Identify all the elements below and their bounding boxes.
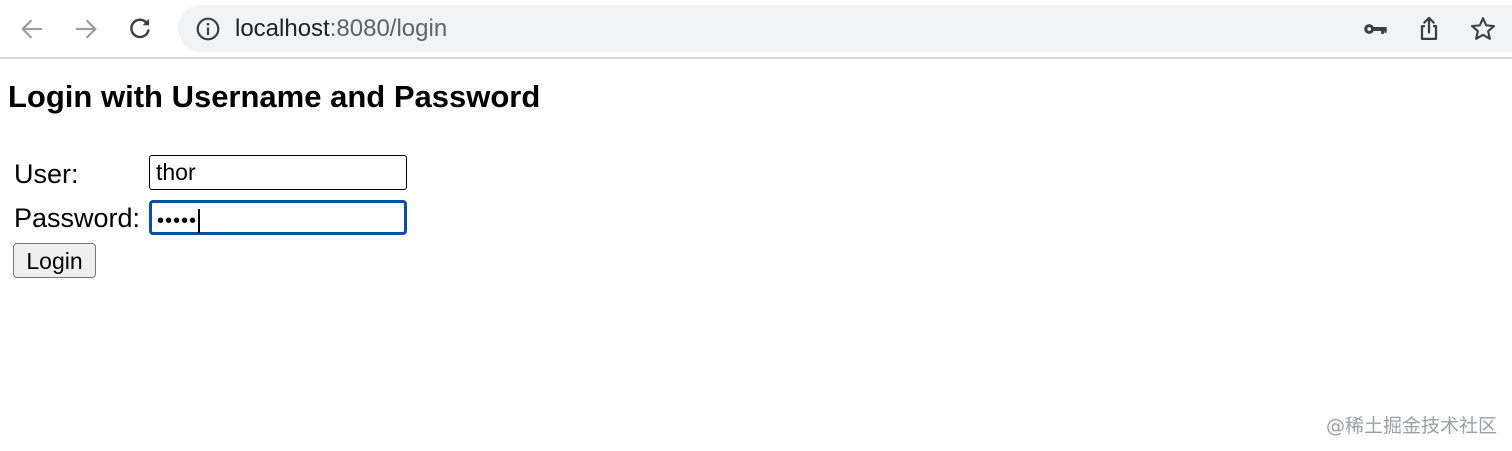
arrow-left-icon	[21, 19, 43, 39]
password-input-value: •••••	[157, 209, 198, 232]
url-host: localhost	[235, 15, 330, 42]
watermark: @稀土掘金技术社区	[1325, 415, 1497, 437]
back-button[interactable]	[15, 12, 49, 46]
url-text[interactable]: localhost:8080/login	[235, 15, 447, 43]
password-input[interactable]: •••••	[149, 200, 407, 235]
url-path: :8080/login	[329, 15, 448, 42]
share-icon	[1420, 16, 1438, 41]
login-button[interactable]: Login	[13, 243, 96, 278]
reload-button[interactable]	[123, 12, 157, 46]
text-caret	[198, 208, 201, 233]
key-icon	[1364, 24, 1387, 34]
browser-toolbar: localhost:8080/login	[0, 0, 1512, 59]
user-input[interactable]: thor	[149, 155, 407, 190]
info-icon[interactable]	[195, 16, 221, 42]
star-icon	[1470, 17, 1496, 40]
user-input-value: thor	[156, 159, 196, 185]
password-label: Password:	[14, 203, 141, 233]
user-label: User:	[14, 159, 79, 189]
forward-button[interactable]	[69, 12, 103, 46]
address-bar[interactable]: localhost:8080/login	[178, 5, 1512, 52]
reload-icon	[130, 18, 150, 39]
password-manager-button[interactable]	[1361, 15, 1389, 43]
share-button[interactable]	[1415, 15, 1443, 43]
arrow-right-icon	[75, 19, 97, 39]
bookmark-button[interactable]	[1469, 15, 1497, 43]
page-title: Login with Username and Password	[8, 79, 541, 114]
